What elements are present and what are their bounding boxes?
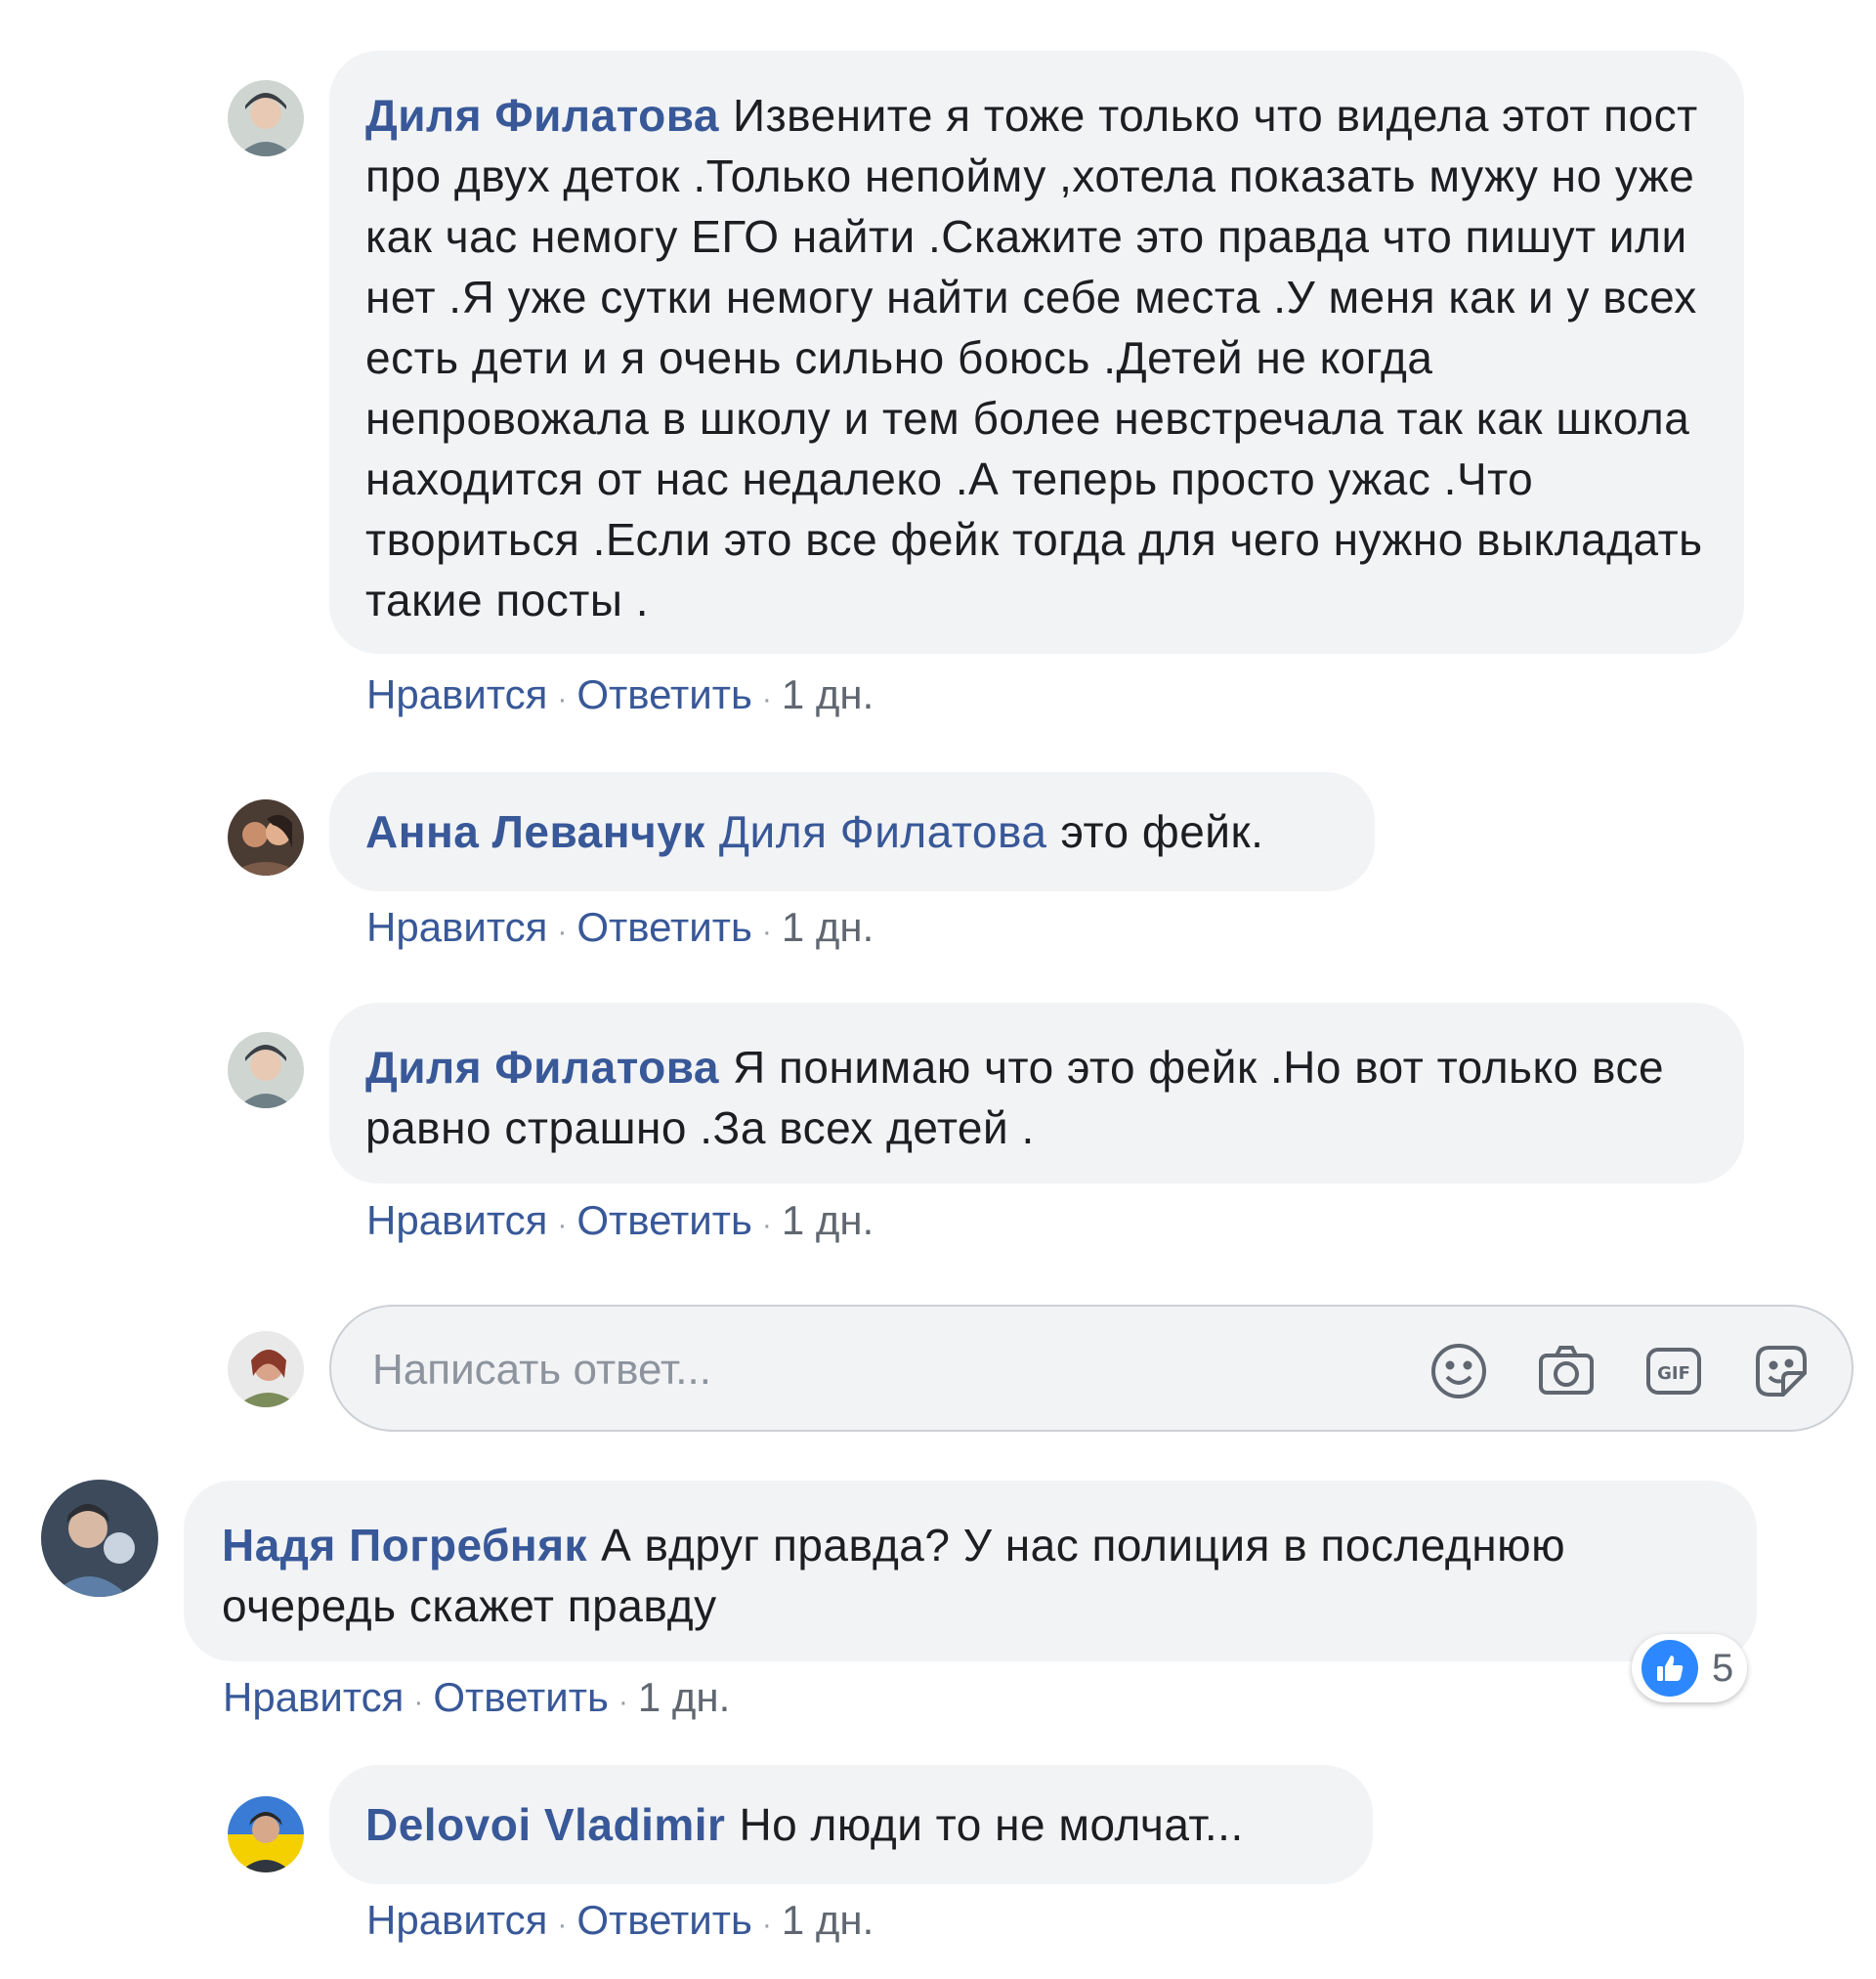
avatar[interactable]	[228, 799, 304, 876]
separator-dot: ·	[761, 1209, 772, 1241]
reply-link[interactable]: Ответить	[576, 671, 752, 717]
comment-bubble: Надя Погребняк А вдруг правда? У нас поли…	[184, 1481, 1757, 1661]
reply-link[interactable]: Ответить	[576, 1897, 752, 1943]
like-link[interactable]: Нравится	[366, 671, 547, 717]
comment-author[interactable]: Надя Погребняк	[222, 1520, 587, 1570]
separator-dot: ·	[557, 683, 568, 715]
separator-dot: ·	[557, 916, 568, 948]
comment-actions: Нравится · Ответить · 1 дн.	[366, 1896, 874, 1950]
like-link[interactable]: Нравится	[366, 904, 547, 950]
camera-icon[interactable]	[1535, 1340, 1598, 1402]
avatar[interactable]	[228, 1796, 304, 1872]
comment-time[interactable]: 1 дн.	[782, 1197, 874, 1243]
comment-text: Но люди то не молчат...	[739, 1799, 1244, 1850]
reply-input[interactable]	[370, 1340, 1351, 1400]
reply-composer: GIF	[329, 1305, 1854, 1432]
separator-dot: ·	[761, 683, 772, 715]
comment-actions: Нравится · Ответить · 1 дн.	[366, 670, 874, 724]
comment-bubble: Диля Филатова Я понимаю что это фейк .Но …	[329, 1003, 1744, 1183]
like-link[interactable]: Нравится	[223, 1674, 404, 1720]
separator-dot: ·	[413, 1686, 424, 1718]
comment-actions: Нравится · Ответить · 1 дн.	[366, 903, 874, 957]
comment-time[interactable]: 1 дн.	[638, 1674, 730, 1720]
separator-dot: ·	[557, 1209, 568, 1241]
current-user-avatar	[228, 1331, 304, 1407]
comment-actions: Нравится · Ответить · 1 дн.	[366, 1196, 874, 1250]
avatar[interactable]	[228, 80, 304, 156]
separator-dot: ·	[557, 1909, 568, 1941]
reply-link[interactable]: Ответить	[576, 1197, 752, 1243]
like-link[interactable]: Нравится	[366, 1897, 547, 1943]
separator-dot: ·	[618, 1686, 628, 1718]
reply-link[interactable]: Ответить	[433, 1674, 609, 1720]
separator-dot: ·	[761, 1909, 772, 1941]
comment-bubble: Анна Леванчук Диля Филатова это фейк.	[329, 772, 1375, 891]
reaction-summary[interactable]: 5	[1632, 1634, 1748, 1702]
comment-time[interactable]: 1 дн.	[782, 671, 874, 717]
comment-bubble: Delovoi Vladimir Но люди то не молчат...	[329, 1765, 1373, 1884]
comment-time[interactable]: 1 дн.	[782, 1897, 874, 1943]
separator-dot: ·	[761, 916, 772, 948]
comment-author[interactable]: Delovoi Vladimir	[365, 1799, 725, 1850]
thumbs-up-icon	[1642, 1640, 1698, 1697]
comment-actions: Нравится · Ответить · 1 дн.	[223, 1673, 730, 1727]
comment-text: Извените я тоже только что видела этот п…	[365, 90, 1703, 625]
avatar[interactable]	[41, 1480, 158, 1597]
comment-text: это фейк.	[1060, 806, 1264, 857]
like-link[interactable]: Нравится	[366, 1197, 547, 1243]
comment-author[interactable]: Диля Филатова	[365, 1042, 719, 1093]
comment-time[interactable]: 1 дн.	[782, 904, 874, 950]
comment-author[interactable]: Диля Филатова	[365, 90, 719, 141]
svg-text:GIF: GIF	[1657, 1363, 1690, 1384]
comment-author[interactable]: Анна Леванчук	[365, 806, 705, 857]
avatar[interactable]	[228, 1032, 304, 1108]
sticker-icon[interactable]	[1750, 1340, 1812, 1402]
mention-link[interactable]: Диля Филатова	[719, 806, 1047, 857]
reply-link[interactable]: Ответить	[576, 904, 752, 950]
reaction-count: 5	[1712, 1646, 1734, 1690]
comment-bubble: Диля Филатова Извените я тоже только что …	[329, 51, 1744, 654]
gif-icon[interactable]: GIF	[1642, 1340, 1705, 1402]
emoji-icon[interactable]	[1428, 1340, 1490, 1402]
